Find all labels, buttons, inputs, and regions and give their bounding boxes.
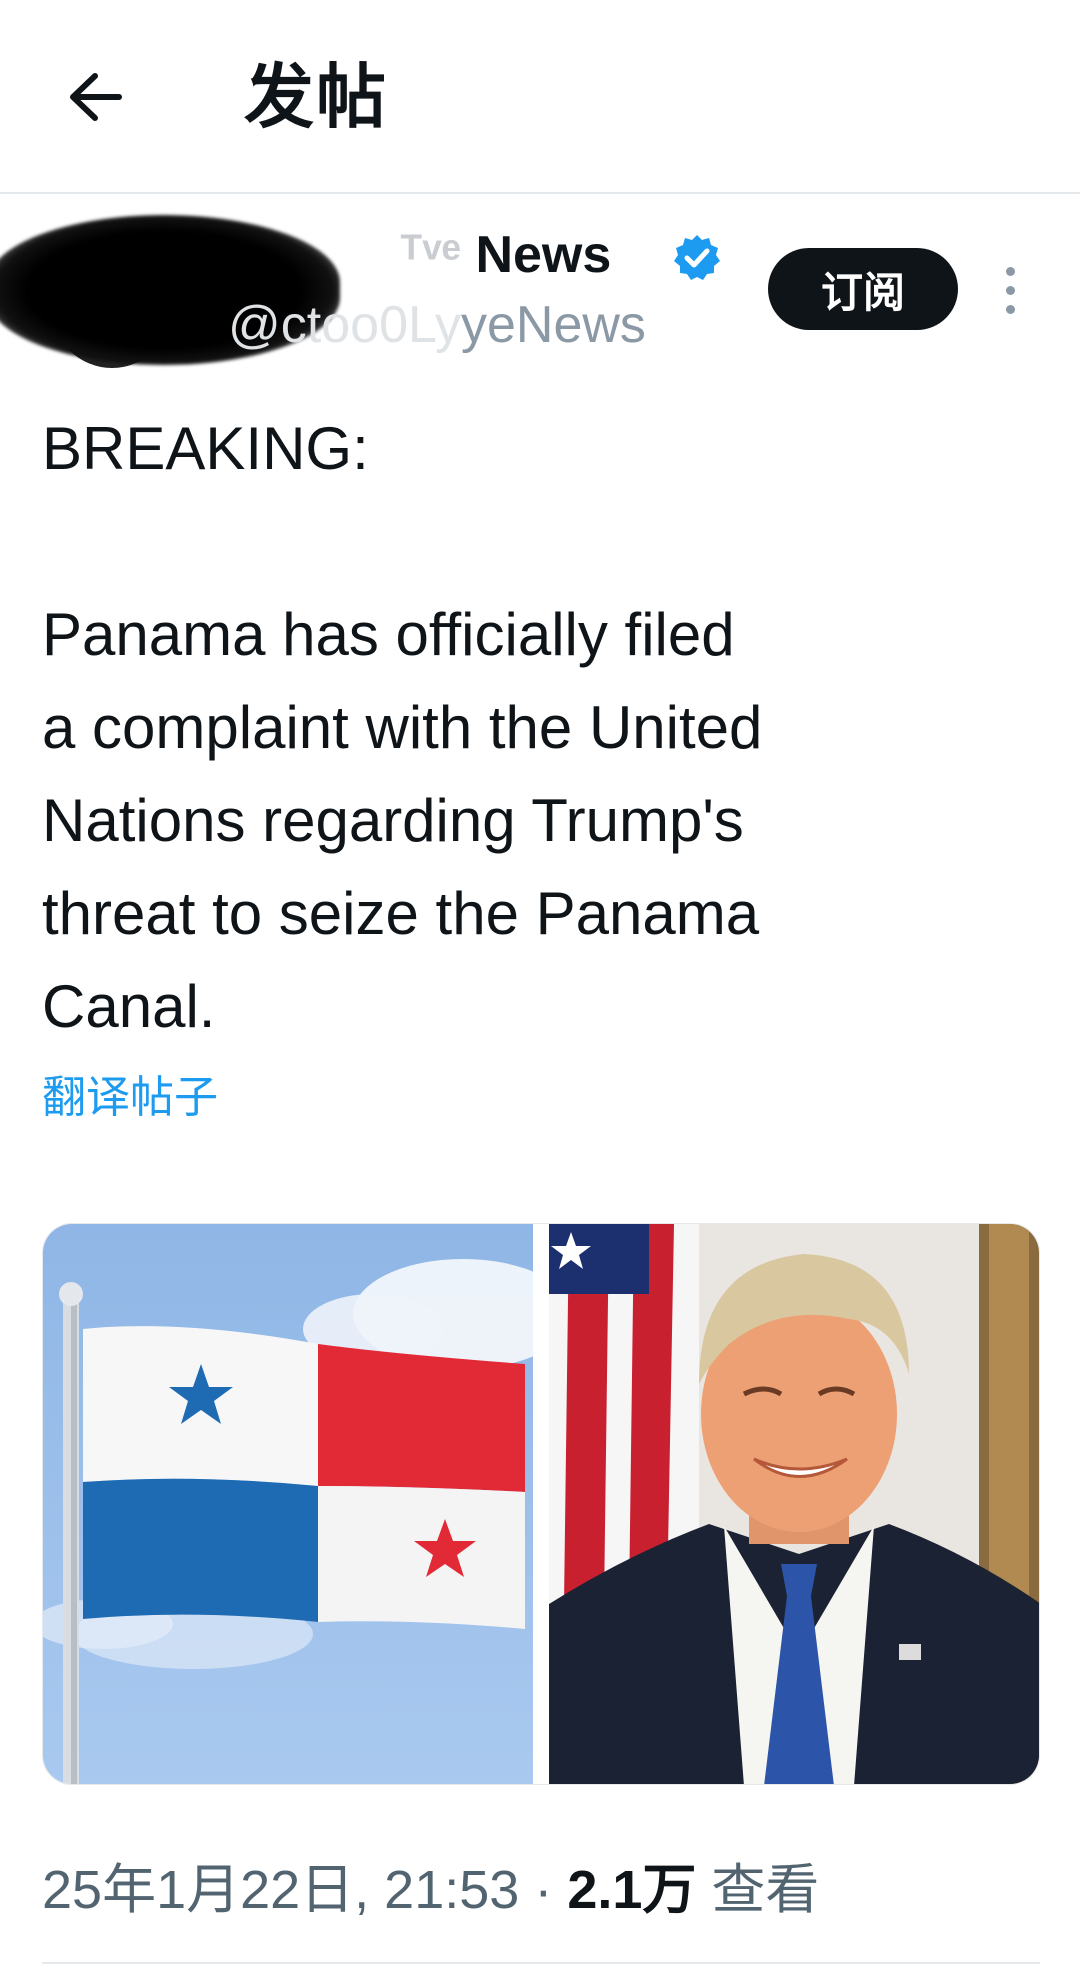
portrait-image: [549, 1224, 1039, 1784]
more-vertical-icon-dot: [1005, 285, 1015, 295]
more-options-button[interactable]: [990, 255, 1030, 325]
media-photo-panama-flag[interactable]: [43, 1224, 573, 1784]
views-label: 查看: [696, 1860, 820, 1920]
post-detail-screen: 发帖 ᵀᵛᵉ News @ctoo0LyyeNews 订阅 BREAKING: …: [0, 0, 1080, 1973]
post-meta: 25年1月22日, 21:53 · 2.1万 查看: [42, 1855, 819, 1925]
translate-post-link[interactable]: 翻译帖子: [42, 1068, 218, 1128]
author-row: ᵀᵛᵉ News @ctoo0LyyeNews 订阅: [0, 195, 1080, 375]
more-vertical-icon: [1005, 266, 1015, 276]
more-vertical-icon-dot: [1005, 304, 1015, 314]
arrow-left-icon: [70, 73, 122, 121]
divider: [42, 1962, 1040, 1964]
author-handle[interactable]: @ctoo0LyyeNews: [228, 295, 646, 355]
post-text: BREAKING: Panama has officially filed a …: [42, 415, 763, 1040]
verified-badge-icon: [674, 235, 720, 280]
meta-separator: ·: [519, 1860, 568, 1920]
author-display-name-visible: News: [475, 226, 612, 284]
top-bar: 发帖: [0, 0, 1080, 194]
back-button[interactable]: [60, 62, 130, 132]
panama-flag-image: [43, 1224, 573, 1784]
author-display-name-faded: ᵀᵛᵉ: [400, 226, 476, 284]
subscribe-button[interactable]: 订阅: [768, 248, 958, 330]
views-count: 2.1万: [567, 1860, 697, 1920]
author-handle-visible: yeNews: [460, 296, 646, 354]
post-timestamp[interactable]: 25年1月22日, 21:53: [42, 1860, 519, 1920]
author-display-name[interactable]: ᵀᵛᵉ News: [400, 225, 611, 285]
page-title: 发帖: [244, 56, 388, 138]
author-handle-faded: @ctoo0Ly: [228, 296, 461, 354]
media-photo-portrait[interactable]: [549, 1224, 1039, 1784]
media-grid: [42, 1223, 1040, 1785]
